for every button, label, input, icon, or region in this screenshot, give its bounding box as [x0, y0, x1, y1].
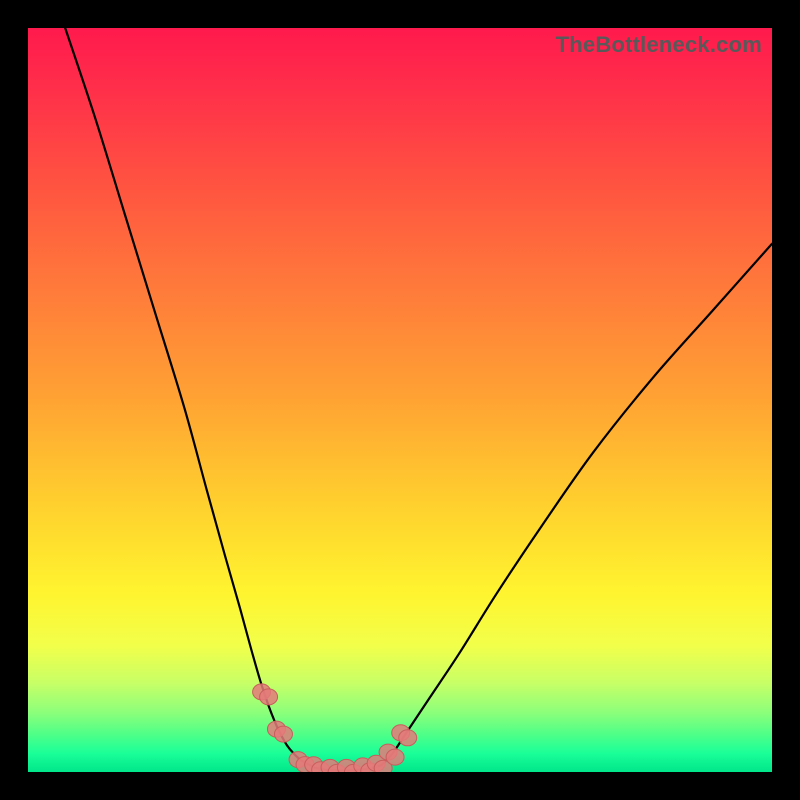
curve-right-branch [381, 244, 772, 766]
marker-group [253, 684, 417, 772]
marker-left-lower [267, 721, 292, 742]
plot-area: TheBottleneck.com [28, 28, 772, 772]
chart-svg [28, 28, 772, 772]
marker-right-upper [392, 725, 417, 746]
marker-left-upper [253, 684, 278, 705]
curve-left-branch [65, 28, 314, 768]
outer-frame: TheBottleneck.com [0, 0, 800, 800]
